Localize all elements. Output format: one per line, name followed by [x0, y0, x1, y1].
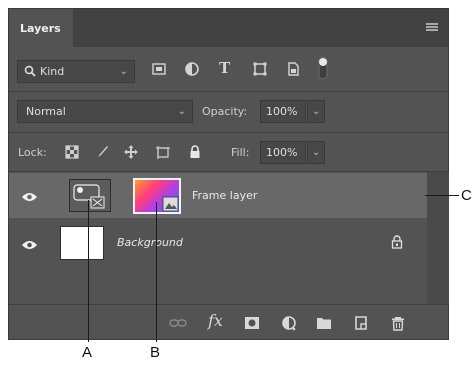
fill-value: 100% — [266, 146, 298, 159]
new-layer-icon[interactable] — [353, 315, 369, 331]
chevron-down-icon: ⌄ — [312, 106, 321, 117]
filter-kind-select[interactable]: Kind ⌄ — [17, 60, 135, 83]
callout-label-c: C — [461, 187, 472, 204]
trash-icon[interactable] — [390, 315, 406, 331]
chevron-down-icon: ⌄ — [312, 147, 321, 158]
filter-kind-label: Kind — [40, 65, 65, 78]
blend-mode-value: Normal — [26, 105, 66, 118]
opacity-label: Opacity: — [202, 105, 248, 118]
chevron-down-icon: ⌄ — [177, 106, 186, 117]
chevron-down-icon: ⌄ — [119, 66, 128, 77]
opacity-input[interactable]: 100% — [260, 100, 306, 123]
lock-artboard-icon[interactable] — [155, 144, 171, 160]
background-thumbnail[interactable] — [60, 226, 104, 260]
eye-icon[interactable] — [21, 188, 38, 201]
link-icon[interactable] — [169, 315, 187, 331]
layer-row-background[interactable]: Background — [9, 221, 427, 266]
layer-name[interactable]: Background — [117, 236, 183, 249]
lock-all-icon[interactable] — [187, 144, 203, 160]
layer-row-frame-layer[interactable]: Frame layer — [9, 173, 427, 218]
fill-dropdown-button[interactable]: ⌄ — [307, 141, 325, 164]
eye-icon[interactable] — [21, 236, 38, 249]
lock-position-icon[interactable] — [123, 144, 139, 160]
shape-filter-icon[interactable] — [252, 61, 268, 77]
search-icon — [24, 61, 36, 82]
layers-scrollbar[interactable] — [427, 172, 449, 304]
layer-name[interactable]: Frame layer — [192, 189, 257, 202]
panel-menu-icon[interactable] — [426, 23, 438, 32]
adjustment-icon[interactable] — [281, 315, 297, 331]
layers-list: Frame layer Background — [9, 172, 427, 304]
adjustment-filter-icon[interactable] — [184, 61, 200, 77]
tab-layers[interactable]: Layers — [9, 9, 73, 47]
frame-thumbnail[interactable] — [69, 179, 111, 212]
content-badge-icon — [162, 196, 179, 212]
panel-tab-bar: Layers — [9, 9, 448, 47]
lock-transparent-pixels-icon[interactable] — [64, 144, 80, 160]
divider — [9, 304, 448, 305]
callout-label-b: B — [150, 344, 161, 361]
layers-panel: Layers Kind ⌄ T Normal ⌄ Opacity: 100% ⌄… — [8, 8, 449, 340]
lock-icon — [390, 234, 404, 250]
callout-line-a — [88, 200, 89, 342]
lock-image-pixels-icon[interactable] — [94, 144, 110, 160]
divider — [9, 132, 448, 133]
callout-line-c — [425, 195, 459, 196]
type-filter-icon[interactable]: T — [219, 59, 235, 77]
mask-icon[interactable] — [244, 315, 260, 331]
opacity-value: 100% — [266, 105, 298, 118]
callout-line-b — [156, 202, 157, 342]
callout-label-a: A — [82, 344, 93, 361]
image-thumbnail[interactable] — [133, 178, 181, 214]
blend-mode-select[interactable]: Normal ⌄ — [17, 100, 193, 123]
fx-icon[interactable]: fx — [208, 311, 223, 330]
frame-placeholder-icon — [73, 184, 105, 209]
fill-label: Fill: — [231, 146, 250, 159]
opacity-dropdown-button[interactable]: ⌄ — [307, 100, 325, 123]
smart-object-filter-icon[interactable] — [285, 61, 301, 77]
filter-toggle-icon[interactable] — [317, 56, 329, 80]
fill-input[interactable]: 100% — [260, 141, 306, 164]
group-folder-icon[interactable] — [316, 315, 332, 331]
lock-label: Lock: — [18, 146, 47, 159]
pixel-filter-icon[interactable] — [151, 61, 167, 77]
divider — [9, 91, 448, 92]
